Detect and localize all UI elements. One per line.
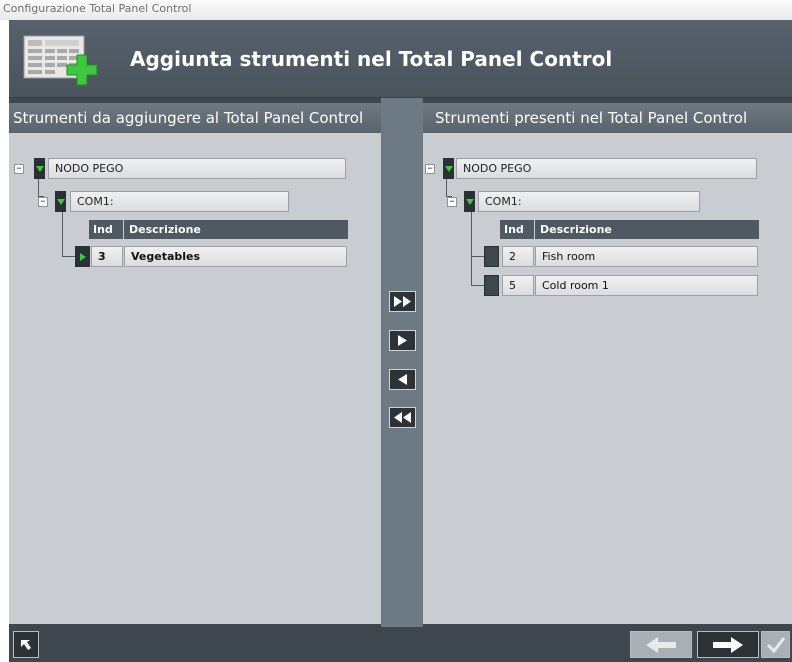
tree-line (471, 256, 485, 257)
column-descrizione: Descrizione (540, 223, 612, 236)
column-ind: Ind (93, 223, 113, 236)
collapse-node-toggle[interactable]: − (14, 164, 24, 174)
row-index[interactable]: 2 (502, 246, 534, 267)
node-expand-arrow-icon[interactable] (443, 158, 454, 179)
row-select-arrow-icon[interactable] (75, 246, 90, 267)
panel-title: Strumenti presenti nel Total Panel Contr… (423, 103, 792, 133)
back-arrow-icon[interactable] (630, 631, 692, 658)
tree-line (62, 210, 63, 256)
collapse-node-toggle[interactable]: − (425, 164, 435, 174)
column-ind: Ind (504, 223, 524, 236)
row-select-box[interactable] (484, 275, 499, 296)
tree-line (62, 256, 75, 257)
port-label[interactable]: COM1: (478, 191, 700, 212)
move-right-icon[interactable] (389, 330, 416, 351)
instrument-table-header: Ind Descrizione (89, 220, 348, 239)
collapse-port-toggle[interactable]: − (447, 197, 457, 207)
row-description[interactable]: Fish room (535, 246, 758, 267)
node-expand-arrow-icon[interactable] (34, 158, 45, 179)
undo-icon[interactable] (13, 631, 39, 658)
main-frame: Strumenti da aggiungere al Total Panel C… (9, 98, 792, 627)
tree-line (471, 210, 472, 285)
window-title: Configurazione Total Panel Control (0, 0, 792, 20)
row-description[interactable]: Cold room 1 (535, 275, 758, 296)
move-all-left-icon[interactable] (389, 407, 416, 428)
port-label[interactable]: COM1: (70, 191, 289, 212)
tree-line (446, 176, 447, 196)
port-expand-arrow-icon[interactable] (55, 191, 66, 212)
row-select-box[interactable] (484, 246, 499, 267)
row-description[interactable]: Vegetables (124, 246, 347, 267)
footer-bar (9, 627, 792, 662)
header-band: Aggiunta strumenti nel Total Panel Contr… (9, 20, 792, 98)
transfer-controls (381, 98, 423, 627)
present-instruments-panel: Strumenti presenti nel Total Panel Contr… (423, 103, 792, 624)
panel-title: Strumenti da aggiungere al Total Panel C… (9, 103, 381, 133)
row-index[interactable]: 5 (502, 275, 534, 296)
tree-line (471, 285, 485, 286)
row-index[interactable]: 3 (91, 246, 123, 267)
move-all-right-icon[interactable] (389, 291, 416, 312)
column-descrizione: Descrizione (129, 223, 201, 236)
confirm-check-icon[interactable] (761, 631, 790, 658)
tree-line (38, 176, 39, 196)
forward-arrow-icon[interactable] (697, 631, 759, 658)
port-expand-arrow-icon[interactable] (464, 191, 475, 212)
node-label[interactable]: NODO PEGO (456, 158, 757, 179)
move-left-icon[interactable] (389, 369, 416, 390)
instrument-table-header: Ind Descrizione (500, 220, 759, 239)
available-instruments-panel: Strumenti da aggiungere al Total Panel C… (9, 103, 381, 624)
page-title: Aggiunta strumenti nel Total Panel Contr… (130, 47, 613, 71)
collapse-port-toggle[interactable]: − (38, 197, 48, 207)
node-label[interactable]: NODO PEGO (48, 158, 346, 179)
panel-add-icon (23, 35, 105, 87)
